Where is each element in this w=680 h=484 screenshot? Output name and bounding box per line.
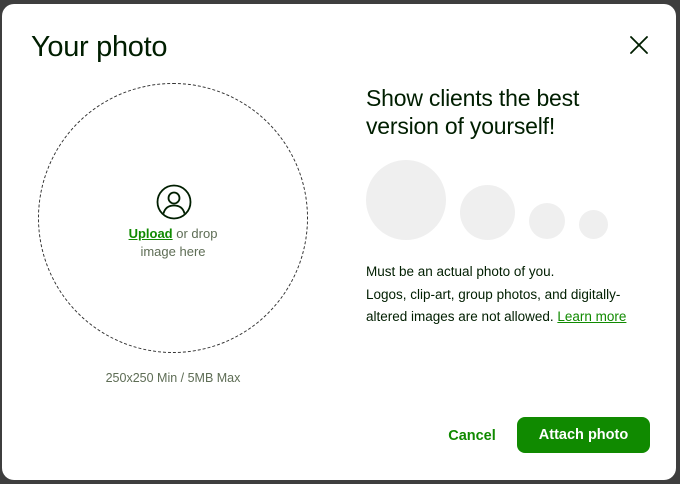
preview-circle-large	[366, 160, 446, 240]
learn-more-link[interactable]: Learn more	[557, 309, 626, 324]
upload-link[interactable]: Upload	[129, 226, 173, 241]
dialog-title: Your photo	[31, 31, 168, 63]
close-button[interactable]	[624, 30, 654, 60]
close-icon	[630, 36, 648, 54]
user-circle-icon	[156, 184, 192, 220]
preview-circle-small	[529, 203, 565, 239]
preview-circle-tiny	[579, 210, 608, 239]
info-headline: Show clients the best version of yoursel…	[366, 85, 580, 139]
photo-upload-dialog: Your photo Upload or drop image here 250…	[2, 4, 676, 480]
requirement-title: Must be an actual photo of you.	[366, 264, 555, 279]
preview-circle-medium	[460, 185, 515, 240]
drop-text-line-1: or drop	[172, 226, 218, 241]
size-hint: 250x250 Min / 5MB Max	[105, 371, 241, 385]
drop-instructions: Upload or drop image here	[39, 225, 307, 261]
requirement-body: Logos, clip-art, group photos, and digit…	[366, 284, 656, 328]
attach-photo-button[interactable]: Attach photo	[517, 417, 650, 453]
cancel-button[interactable]: Cancel	[438, 419, 506, 453]
drop-text-line-2: image here	[140, 244, 206, 259]
photo-drop-zone[interactable]: Upload or drop image here	[38, 83, 308, 353]
